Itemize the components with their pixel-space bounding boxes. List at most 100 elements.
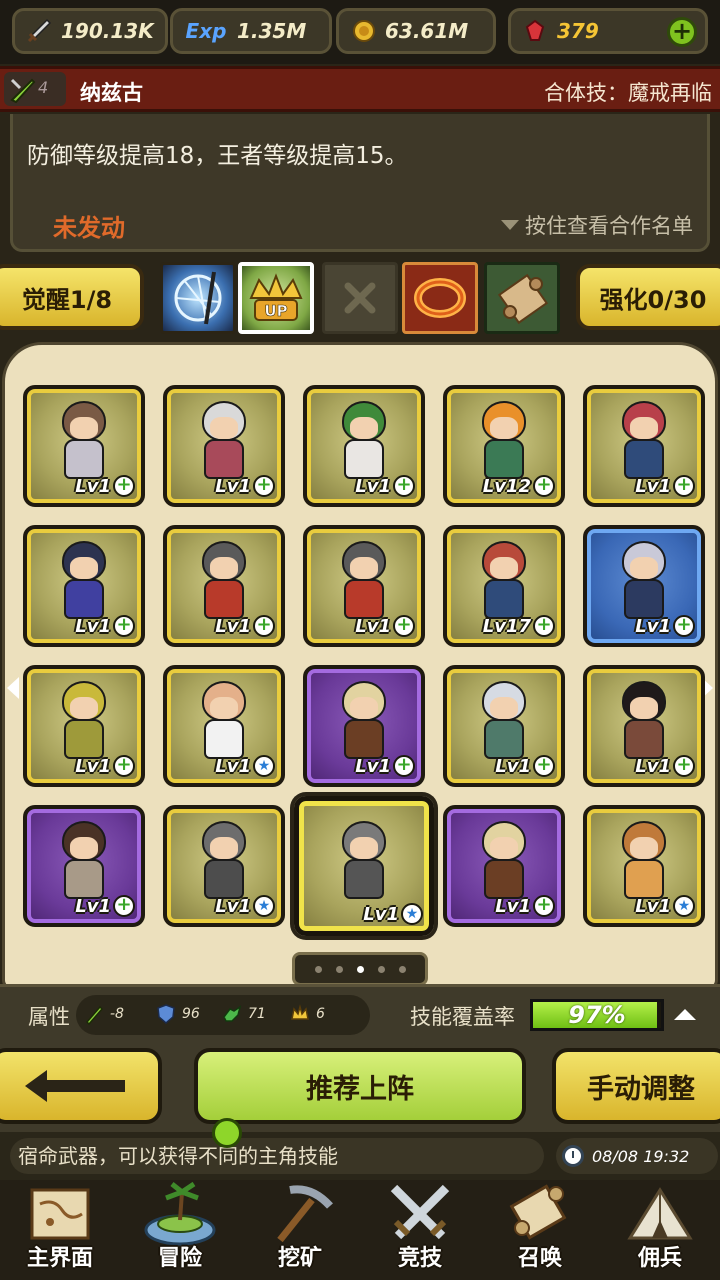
page-dot[interactable] (377, 965, 385, 973)
hero-level: Lv1 (635, 756, 671, 777)
hero-card[interactable]: Lv1 + (583, 525, 705, 647)
hero-rank-badge: 4 (4, 72, 66, 106)
gold-resource: 63.61M (336, 8, 496, 54)
back-button[interactable] (0, 1048, 162, 1124)
hero-level: Lv1 (75, 756, 111, 777)
magic-circle-icon (174, 271, 222, 325)
bottom-navigation: 主界面 冒险 挖矿 竞技 召唤 佣兵 (0, 1180, 720, 1280)
hero-level: Lv1 (215, 616, 251, 637)
slot-crown-up[interactable]: UP (238, 262, 314, 334)
exp-icon: Exp (185, 19, 227, 43)
level-up-plus-icon[interactable]: + (673, 615, 695, 637)
hero-card[interactable]: Lv1 + (583, 665, 705, 787)
level-up-plus-icon[interactable]: + (673, 755, 695, 777)
page-indicator (292, 952, 428, 986)
hero-level: Lv1 (75, 476, 111, 497)
hero-card[interactable]: Lv1 + (303, 525, 425, 647)
skill-coverage-value: 97% (568, 1001, 626, 1029)
page-dot[interactable] (398, 965, 406, 973)
slot-ring[interactable] (402, 262, 478, 334)
level-up-plus-icon[interactable]: + (673, 475, 695, 497)
hero-level: Lv1 (355, 756, 391, 777)
attr-crown: 6 (290, 1003, 325, 1025)
add-gems-button[interactable]: + (667, 17, 697, 47)
level-up-plus-icon[interactable]: + (533, 895, 555, 917)
star-badge-icon[interactable]: ★ (401, 903, 423, 925)
star-badge-icon[interactable]: ★ (253, 755, 275, 777)
level-up-plus-icon[interactable]: + (393, 755, 415, 777)
prev-page-arrow-icon[interactable] (7, 677, 19, 699)
hero-level: Lv1 (635, 896, 671, 917)
manual-adjust-button[interactable]: 手动调整 (552, 1048, 720, 1124)
attack-resource: 190.13K (12, 8, 168, 54)
recommend-button[interactable]: 推荐上阵 (194, 1048, 526, 1124)
summon-scroll-icon (509, 1184, 567, 1240)
hero-class-icon (10, 78, 36, 104)
page-dot[interactable] (314, 965, 322, 973)
hero-card[interactable]: Lv1 + (163, 385, 285, 507)
hero-card[interactable]: Lv12 + (443, 385, 565, 507)
nav-adventure[interactable]: 冒险 (120, 1180, 240, 1280)
level-up-plus-icon[interactable]: + (113, 895, 135, 917)
hero-level: Lv1 (215, 896, 251, 917)
hero-card[interactable]: Lv1 + (443, 805, 565, 927)
hero-card[interactable]: Lv1 + (163, 525, 285, 647)
nav-mining[interactable]: 挖矿 (240, 1180, 360, 1280)
hero-card[interactable]: Lv1 + (583, 385, 705, 507)
level-up-plus-icon[interactable]: + (113, 615, 135, 637)
clock-display: 08/08 19:32 (556, 1138, 718, 1174)
hero-card[interactable]: Lv1 + (23, 665, 145, 787)
skill-description-panel: 防御等级提高18，王者等级提高15。 未发动 按住查看合作名单 (10, 114, 710, 252)
skill-coverage-bar: 97% (530, 999, 664, 1031)
hero-card[interactable]: Lv17 + (443, 525, 565, 647)
level-up-plus-icon[interactable]: + (113, 755, 135, 777)
slot-empty[interactable] (322, 262, 398, 334)
hero-card[interactable]: Lv1 ★ (583, 805, 705, 927)
hero-card-selected[interactable]: Lv1 ★ (294, 796, 434, 936)
activation-status: 未发动 (53, 214, 125, 242)
slot-magic-circle[interactable] (160, 262, 236, 334)
nav-summon[interactable]: 召唤 (480, 1180, 600, 1280)
star-badge-icon[interactable]: ★ (253, 895, 275, 917)
level-up-plus-icon[interactable]: + (253, 475, 275, 497)
star-badge-icon[interactable]: ★ (673, 895, 695, 917)
slot-scroll[interactable] (484, 262, 560, 334)
ruby-icon (521, 17, 549, 45)
page-dot[interactable] (335, 965, 343, 973)
map-scroll-icon (30, 1188, 90, 1240)
level-up-plus-icon[interactable]: + (533, 755, 555, 777)
nav-main[interactable]: 主界面 (0, 1180, 120, 1280)
hero-card[interactable]: Lv1 + (23, 525, 145, 647)
hero-card[interactable]: Lv1 + (303, 385, 425, 507)
attr-sword: -8 (84, 1003, 124, 1025)
hero-card[interactable]: Lv1 ★ (163, 805, 285, 927)
expand-up-icon[interactable] (674, 1009, 696, 1020)
notification-dot (212, 1118, 242, 1148)
hero-level: Lv1 (363, 904, 399, 925)
hero-card[interactable]: Lv1 + (23, 385, 145, 507)
view-partners-hint[interactable]: 按住查看合作名单 (501, 210, 693, 240)
level-up-plus-icon[interactable]: + (113, 475, 135, 497)
hero-name: 纳兹古 (80, 81, 143, 105)
level-up-plus-icon[interactable]: + (253, 615, 275, 637)
awaken-button[interactable]: 觉醒1/8 (0, 264, 144, 330)
level-up-plus-icon[interactable]: + (393, 475, 415, 497)
hero-level: Lv1 (215, 756, 251, 777)
hero-card[interactable]: Lv1 + (303, 665, 425, 787)
empty-x-icon (344, 282, 376, 314)
island-icon (144, 1181, 216, 1246)
level-up-plus-icon[interactable]: + (393, 615, 415, 637)
hero-level: Lv1 (495, 756, 531, 777)
resource-bar: 190.13K Exp 1.35M 63.61M 379 + (0, 0, 720, 64)
gold-coin-icon (349, 17, 377, 45)
triangle-down-icon (501, 220, 519, 230)
hero-card[interactable]: Lv1 + (443, 665, 565, 787)
hero-card[interactable]: Lv1 ★ (163, 665, 285, 787)
enhance-button[interactable]: 强化0/30 (576, 264, 720, 330)
page-dot[interactable] (356, 965, 364, 973)
level-up-plus-icon[interactable]: + (533, 475, 555, 497)
nav-arena[interactable]: 竞技 (360, 1180, 480, 1280)
nav-mercenary[interactable]: 佣兵 (600, 1180, 720, 1280)
level-up-plus-icon[interactable]: + (533, 615, 555, 637)
hero-card[interactable]: Lv1 + (23, 805, 145, 927)
